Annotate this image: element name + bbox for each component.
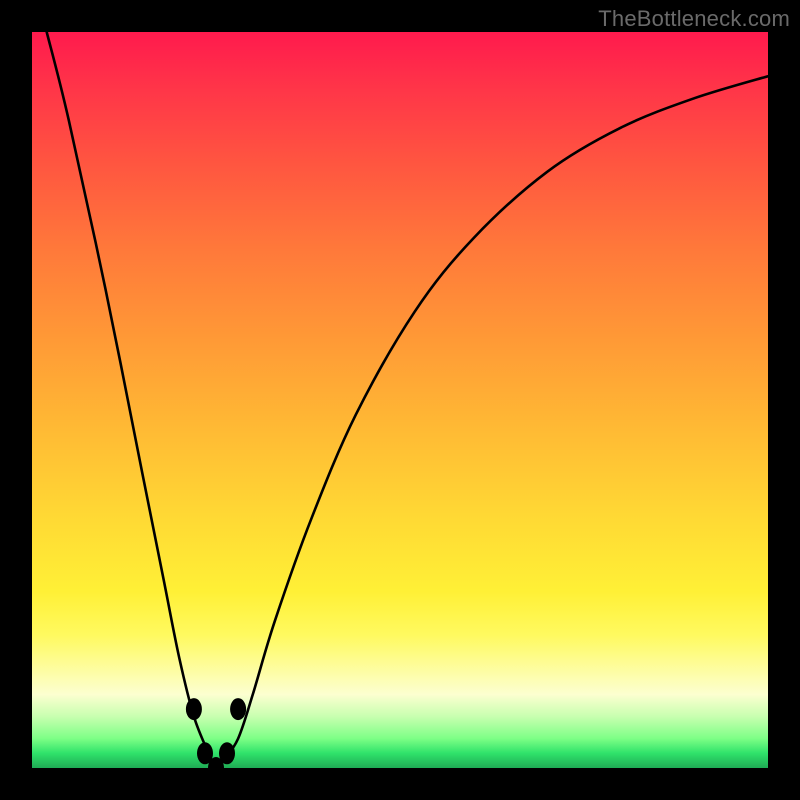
highlight-dot xyxy=(219,742,235,764)
chart-area xyxy=(32,32,768,768)
watermark-text: TheBottleneck.com xyxy=(598,6,790,32)
highlight-dot xyxy=(230,698,246,720)
bottleneck-curve-path xyxy=(47,32,768,768)
bottleneck-curve-svg xyxy=(32,32,768,768)
highlight-dot xyxy=(186,698,202,720)
